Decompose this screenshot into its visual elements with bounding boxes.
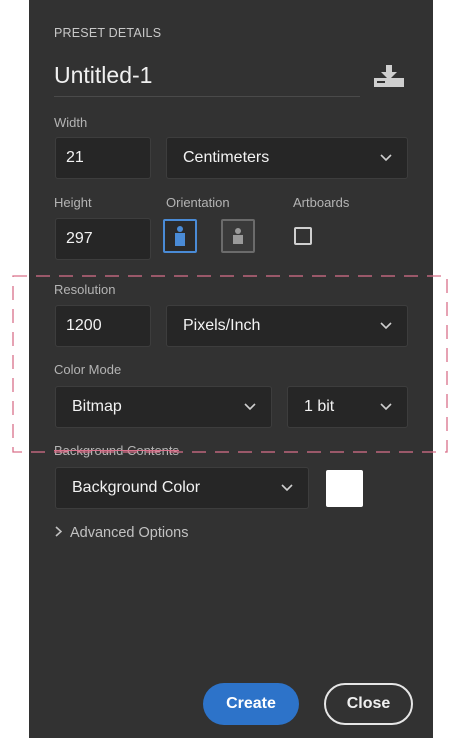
bit-depth-select[interactable]: 1 bit [287,386,408,428]
advanced-options-label: Advanced Options [70,525,189,541]
color-mode-label: Color Mode [54,362,122,377]
chevron-down-icon [243,387,257,427]
color-mode-value: Bitmap [72,398,122,415]
resolution-unit-value: Pixels/Inch [183,317,261,334]
bit-depth-value: 1 bit [304,398,335,415]
width-unit-select[interactable]: Centimeters [166,137,408,179]
width-label: Width [54,115,88,130]
document-name-underline [54,96,360,97]
preset-details-panel: PRESET DETAILS Untitled-1 Width 21 Centi… [29,0,433,738]
orientation-landscape-button[interactable] [221,219,255,253]
chevron-down-icon [379,138,393,178]
landscape-person-icon [233,228,243,244]
chevron-down-icon [379,387,393,427]
save-preset-icon[interactable] [373,64,405,88]
orientation-label: Orientation [166,195,230,210]
chevron-down-icon [280,468,294,508]
artboards-label: Artboards [293,195,350,210]
artboards-checkbox[interactable] [294,227,312,245]
width-input[interactable]: 21 [55,137,151,179]
height-label: Height [54,195,92,210]
resolution-input[interactable]: 1200 [55,305,151,347]
color-mode-select[interactable]: Bitmap [55,386,272,428]
preset-details-title: PRESET DETAILS [54,26,162,40]
background-contents-label: Background Contents [54,443,180,458]
advanced-options-toggle[interactable]: Advanced Options [55,525,189,541]
width-unit-value: Centimeters [183,149,270,166]
chevron-right-icon [55,525,63,541]
resolution-unit-select[interactable]: Pixels/Inch [166,305,408,347]
orientation-portrait-button[interactable] [163,219,197,253]
chevron-down-icon [379,306,393,346]
background-contents-select[interactable]: Background Color [55,467,309,509]
close-button[interactable]: Close [324,683,413,725]
create-button[interactable]: Create [203,683,299,725]
background-contents-value: Background Color [72,479,201,496]
resolution-label: Resolution [54,282,116,297]
document-name-field[interactable]: Untitled-1 [54,62,152,89]
height-input[interactable]: 297 [55,218,151,260]
portrait-person-icon [175,226,185,246]
background-color-swatch[interactable] [326,470,363,507]
